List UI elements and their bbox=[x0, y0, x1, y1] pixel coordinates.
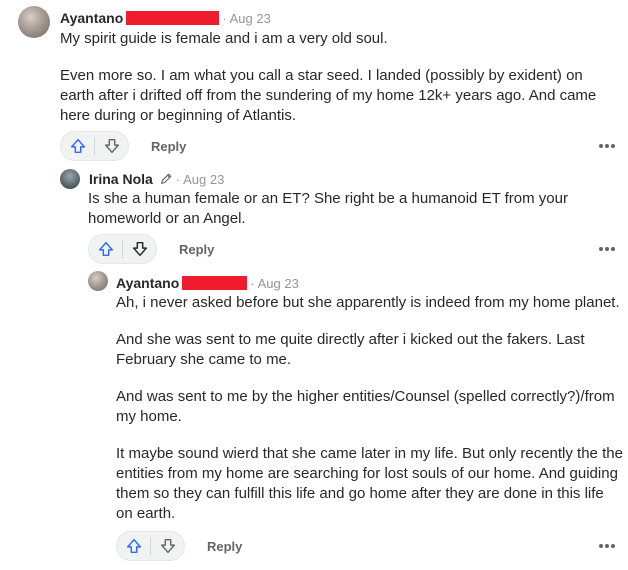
arrow-down-outline-icon bbox=[160, 538, 175, 554]
comment-date[interactable]: Aug 23 bbox=[230, 11, 271, 26]
upvote-button[interactable] bbox=[89, 235, 122, 263]
author-name[interactable]: Ayantano bbox=[60, 10, 123, 26]
vote-pill bbox=[116, 531, 185, 561]
separator: · bbox=[222, 10, 227, 26]
avatar[interactable] bbox=[18, 6, 50, 38]
more-options-button[interactable] bbox=[599, 141, 615, 151]
comment-paragraph: Is she a human female or an ET? She righ… bbox=[88, 190, 568, 227]
comment-actions: Reply bbox=[60, 131, 186, 161]
author-name[interactable]: Ayantano bbox=[116, 275, 179, 291]
avatar[interactable] bbox=[88, 271, 108, 291]
arrow-up-outline-icon bbox=[126, 538, 141, 554]
downvote-button[interactable] bbox=[95, 132, 128, 160]
separator: · bbox=[175, 171, 181, 187]
arrow-up-outline-icon bbox=[98, 241, 113, 257]
more-options-button[interactable] bbox=[599, 541, 615, 551]
comment-paragraph: And was sent to me by the higher entitie… bbox=[116, 388, 615, 425]
avatar[interactable] bbox=[60, 169, 80, 189]
reply-button[interactable]: Reply bbox=[179, 242, 214, 257]
comment-paragraph: Ah, i never asked before but she apparen… bbox=[116, 294, 620, 311]
arrow-down-outline-icon bbox=[104, 138, 119, 154]
redaction-bar bbox=[126, 11, 220, 25]
comment-body: Is she a human female or an ET? She righ… bbox=[88, 189, 608, 229]
comment-paragraph: Even more so. I am what you call a star … bbox=[60, 67, 597, 124]
upvote-button[interactable] bbox=[117, 532, 150, 560]
arrow-up-outline-icon bbox=[70, 138, 85, 154]
reply-button[interactable]: Reply bbox=[207, 539, 242, 554]
ellipsis-icon bbox=[599, 544, 603, 548]
comment-paragraph: My spirit guide is female and i am a ver… bbox=[60, 30, 388, 47]
comment-paragraph: And she was sent to me quite directly af… bbox=[116, 331, 585, 368]
vote-pill bbox=[88, 234, 157, 264]
comment-body: My spirit guide is female and i am a ver… bbox=[60, 29, 620, 126]
more-options-button[interactable] bbox=[599, 244, 615, 254]
comment-paragraph: It maybe sound wierd that she came later… bbox=[116, 445, 623, 522]
comment-actions: Reply bbox=[88, 234, 214, 264]
ellipsis-icon bbox=[599, 144, 603, 148]
pencil-icon bbox=[159, 172, 173, 186]
comment-body: Ah, i never asked before but she apparen… bbox=[116, 293, 624, 524]
reply-button[interactable]: Reply bbox=[151, 139, 186, 154]
arrow-down-outline-icon bbox=[132, 241, 147, 257]
upvote-button[interactable] bbox=[61, 132, 94, 160]
comment-thread: Ayantano · Aug 23 My spirit guide is fem… bbox=[0, 0, 628, 570]
downvote-button[interactable] bbox=[151, 532, 184, 560]
ellipsis-icon bbox=[599, 247, 603, 251]
vote-pill bbox=[60, 131, 129, 161]
comment-date[interactable]: Aug 23 bbox=[183, 172, 224, 187]
separator: · bbox=[250, 275, 255, 291]
comment-date[interactable]: Aug 23 bbox=[258, 276, 299, 291]
author-name[interactable]: Irina Nola bbox=[89, 171, 153, 187]
downvote-button[interactable] bbox=[123, 235, 156, 263]
redaction-bar bbox=[182, 276, 248, 290]
comment-actions: Reply bbox=[116, 531, 242, 561]
